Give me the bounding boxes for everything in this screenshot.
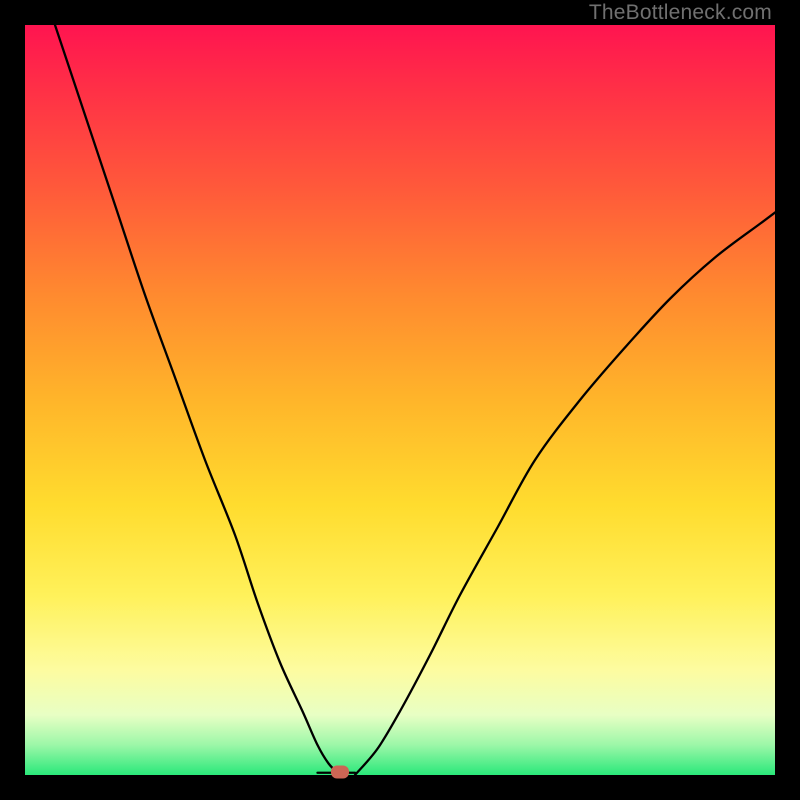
chart-frame: TheBottleneck.com — [0, 0, 800, 800]
watermark-text: TheBottleneck.com — [589, 1, 772, 25]
curve-left-branch — [55, 25, 340, 775]
bottleneck-curve — [25, 25, 775, 775]
curve-right-branch — [355, 213, 775, 776]
plot-area — [25, 25, 775, 775]
optimum-marker — [331, 766, 349, 779]
